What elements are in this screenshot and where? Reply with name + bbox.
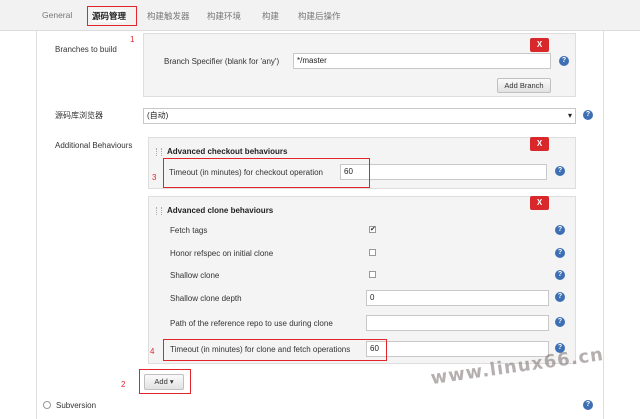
subversion-radio[interactable]: [43, 401, 51, 409]
tab-post-build-actions[interactable]: 构建后操作: [298, 10, 341, 22]
annotation-number-2: 2: [121, 380, 126, 389]
highlight-box-1: [87, 6, 137, 26]
tab-build[interactable]: 构建: [262, 10, 279, 22]
help-icon[interactable]: ?: [555, 270, 565, 280]
help-icon[interactable]: ?: [555, 292, 565, 302]
highlight-box-4: [163, 339, 387, 361]
delete-branch-button[interactable]: X: [530, 38, 549, 52]
checkout-timeout-input[interactable]: 60: [340, 164, 547, 180]
honor-refspec-label: Honor refspec on initial clone: [170, 249, 274, 258]
help-icon[interactable]: ?: [555, 248, 565, 258]
repo-browser-value: (自动): [147, 111, 169, 120]
highlight-box-2: [139, 369, 191, 394]
branch-specifier-label: Branch Specifier (blank for 'any'): [164, 57, 280, 66]
help-icon[interactable]: ?: [559, 56, 569, 66]
honor-refspec-checkbox[interactable]: [369, 249, 376, 256]
tab-build-environment[interactable]: 构建环境: [207, 10, 241, 22]
branch-specifier-input[interactable]: */master: [293, 53, 551, 69]
tab-build-triggers[interactable]: 构建触发器: [147, 10, 190, 22]
reference-repo-input[interactable]: [366, 315, 549, 331]
reference-repo-label: Path of the reference repo to use during…: [170, 319, 333, 328]
delete-checkout-button[interactable]: X: [530, 137, 549, 151]
clone-title: Advanced clone behaviours: [167, 206, 274, 215]
repo-browser-label: 源码库浏览器: [55, 111, 103, 120]
shallow-clone-label: Shallow clone: [170, 271, 220, 280]
fetch-tags-label: Fetch tags: [170, 226, 208, 235]
shallow-depth-label: Shallow clone depth: [170, 294, 242, 303]
dropdown-arrow-icon: ▾: [567, 111, 572, 120]
help-icon[interactable]: ?: [583, 400, 593, 410]
annotation-number-3: 3: [152, 173, 157, 182]
add-branch-button[interactable]: Add Branch: [497, 78, 551, 93]
checkout-title: Advanced checkout behaviours: [167, 147, 288, 156]
branches-section-label: Branches to build: [55, 45, 117, 54]
additional-behaviours-label: Additional Behaviours: [55, 141, 133, 150]
help-icon[interactable]: ?: [555, 317, 565, 327]
annotation-number-4: 4: [150, 347, 155, 356]
subversion-label: Subversion: [56, 401, 97, 410]
delete-clone-button[interactable]: X: [530, 196, 549, 210]
help-icon[interactable]: ?: [583, 110, 593, 120]
shallow-clone-checkbox[interactable]: [369, 271, 376, 278]
help-icon[interactable]: ?: [555, 166, 565, 176]
fetch-tags-checkbox[interactable]: ✔: [369, 226, 376, 233]
shallow-depth-input[interactable]: 0: [366, 290, 549, 306]
help-icon[interactable]: ?: [555, 225, 565, 235]
tab-general[interactable]: General: [42, 10, 72, 20]
drag-handle-icon[interactable]: [156, 207, 162, 215]
drag-handle-icon[interactable]: [156, 148, 162, 156]
highlight-box-3: [163, 158, 370, 188]
repo-browser-select[interactable]: (自动) ▾: [143, 108, 576, 124]
